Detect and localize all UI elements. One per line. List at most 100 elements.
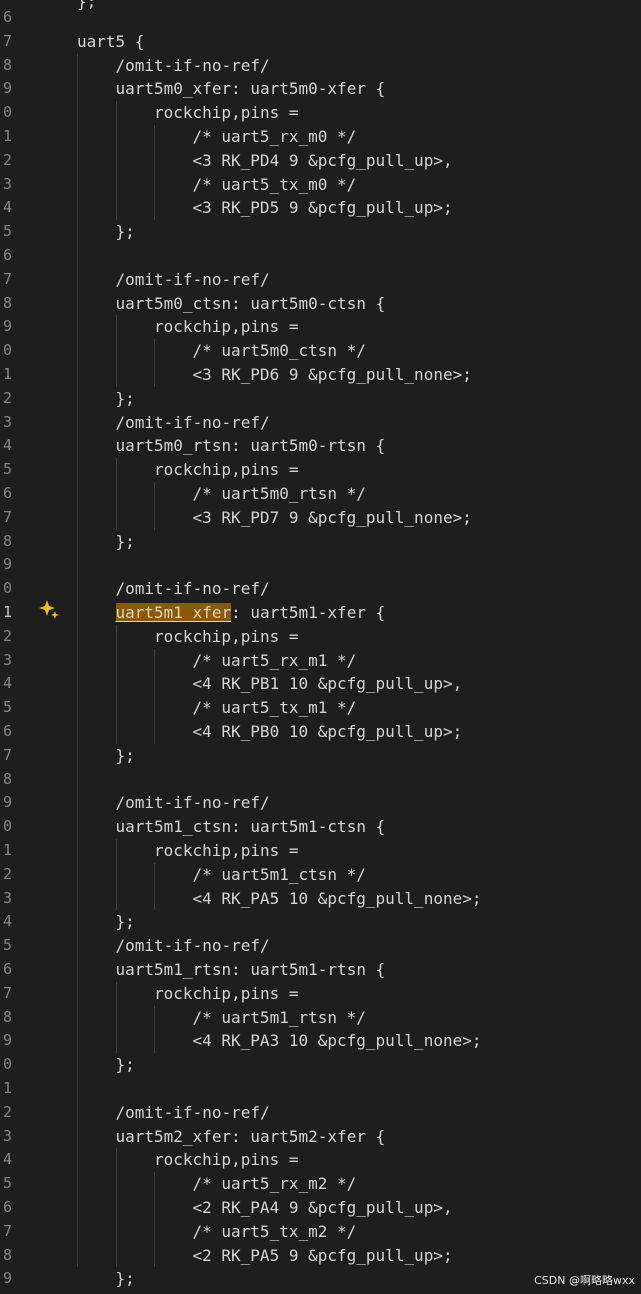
line-number: 0 [2,817,12,836]
line-number: 4 [2,198,12,217]
line-number: 8 [2,293,12,312]
line-number: 9 [2,79,12,98]
code-line: /* uart5m0_ctsn */ [192,341,366,361]
indent-guide [154,648,155,744]
code-text: : uart5m1-xfer { [231,603,386,622]
code-line: /* uart5m1_rtsn */ [192,1007,366,1027]
code-line: uart5m1_xfer: uart5m1-xfer { [115,601,641,625]
code-line: /omit-if-no-ref/ [115,579,270,599]
line-number: 3 [2,412,12,431]
indent-guide [154,125,155,221]
indent-guide [115,101,117,221]
line-number: 4 [2,1150,12,1169]
code-line: /omit-if-no-ref/ [115,55,270,75]
code-line: /* uart5m1_ctsn */ [192,864,366,884]
line-number: 7 [2,745,12,764]
line-number: 0 [2,103,12,122]
line-number: 8 [2,531,12,550]
line-number: 4 [2,674,12,693]
line-number: 5 [2,222,12,241]
line-number: 6 [2,960,12,978]
line-number: 2 [2,626,12,645]
code-line: }; [115,531,135,551]
code-line: }; [115,388,135,408]
code-line: <3 RK_PD4 9 &pcfg_pull_up>, [192,150,453,170]
line-number: 9 [2,317,12,336]
sparkle-icon[interactable] [38,598,60,620]
line-number: 7 [2,507,12,526]
highlighted-symbol[interactable]: uart5m1_xfer [115,603,232,622]
line-number: 5 [2,460,12,479]
code-line: <2 RK_PA4 9 &pcfg_pull_up>, [192,1198,453,1217]
indent-guide [115,624,117,744]
code-line: }; [115,1055,135,1075]
line-number: 6 [2,722,12,740]
line-number: 9 [2,793,12,812]
code-line: }; [115,745,135,765]
line-number: 7 [2,983,12,1002]
line-number: 6 [2,246,12,264]
code-line: rockchip,pins = [154,460,299,480]
line-number: 8 [2,1245,12,1264]
code-line: <2 RK_PA5 9 &pcfg_pull_up>; [192,1245,453,1265]
code-line: rockchip,pins = [154,626,299,646]
line-number-gutter: 6 7 8 9 0 1 2 3 4 5 6 7 8 9 0 1 2 3 4 5 6 7 8 9 0 1 2 3 4 5 6 7 8 9 0 1 2 3 4 5… [0,0,40,1294]
code-line: /* uart5_rx_m0 */ [192,127,357,146]
code-line: /omit-if-no-ref/ [115,793,270,813]
code-line: rockchip,pins = [154,841,299,860]
line-number: 0 [2,579,12,598]
line-number: 2 [2,388,12,407]
code-line: uart5m2_xfer: uart5m2-xfer { [115,1126,386,1146]
line-number: 8 [2,55,12,74]
code-line: /omit-if-no-ref/ [115,1102,270,1122]
indent-guide [115,981,117,1054]
indent-guide [115,315,117,387]
line-number: 2 [2,150,12,169]
code-line: <4 RK_PB1 10 &pcfg_pull_up>, [192,674,463,694]
code-line: }; [115,912,135,932]
code-line: <3 RK_PD6 9 &pcfg_pull_none>; [192,365,472,384]
code-line: /* uart5_tx_m1 */ [192,698,357,718]
code-line: <4 RK_PA3 10 &pcfg_pull_none>; [192,1031,482,1051]
line-number: 6 [2,1198,12,1216]
code-line: /* uart5_tx_m2 */ [192,1221,357,1241]
code-line: rockchip,pins = [154,1150,299,1170]
line-number: 3 [2,1126,12,1145]
indent-guide [154,339,155,387]
code-line: /* uart5_rx_m2 */ [192,1174,357,1194]
line-number: 1 [2,127,12,145]
code-area[interactable]: }; uart5 { /omit-if-no-ref/uart5m0_xfer: … [40,0,641,1294]
code-line: rockchip,pins = [154,103,299,123]
line-number: 1 [2,603,12,621]
code-line: <4 RK_PA5 10 &pcfg_pull_none>; [192,888,482,908]
line-number: 2 [2,1102,12,1121]
code-line: uart5 { [77,31,145,51]
code-line: /omit-if-no-ref/ [115,412,270,432]
line-number: 3 [2,650,12,669]
line-number: 1 [2,365,12,383]
line-number: 5 [2,698,12,717]
line-number: 2 [2,864,12,883]
code-line: /* uart5m0_rtsn */ [192,484,366,503]
indent-guide [154,862,155,911]
line-number: 8 [2,1007,12,1026]
code-line: uart5m0_xfer: uart5m0-xfer { [115,79,386,99]
line-number: 7 [2,269,12,288]
indent-guide [115,839,117,911]
line-number: 9 [2,555,12,574]
line-number: 7 [2,31,12,50]
code-editor[interactable]: 6 7 8 9 0 1 2 3 4 5 6 7 8 9 0 1 2 3 4 5 6 7 8 9 0 1 2 3 4 5 6 7 8 9 0 1 2 3 4 5… [0,0,641,1294]
indent-guide [115,1148,117,1268]
code-line: /omit-if-no-ref/ [115,936,270,956]
line-number: 9 [2,1031,12,1050]
code-line: <3 RK_PD7 9 &pcfg_pull_none>; [192,507,472,527]
indent-guide [154,1172,155,1268]
line-number: 4 [2,912,12,931]
line-number: 5 [2,936,12,955]
line-number: 4 [2,436,12,455]
line-number: 5 [2,1174,12,1193]
